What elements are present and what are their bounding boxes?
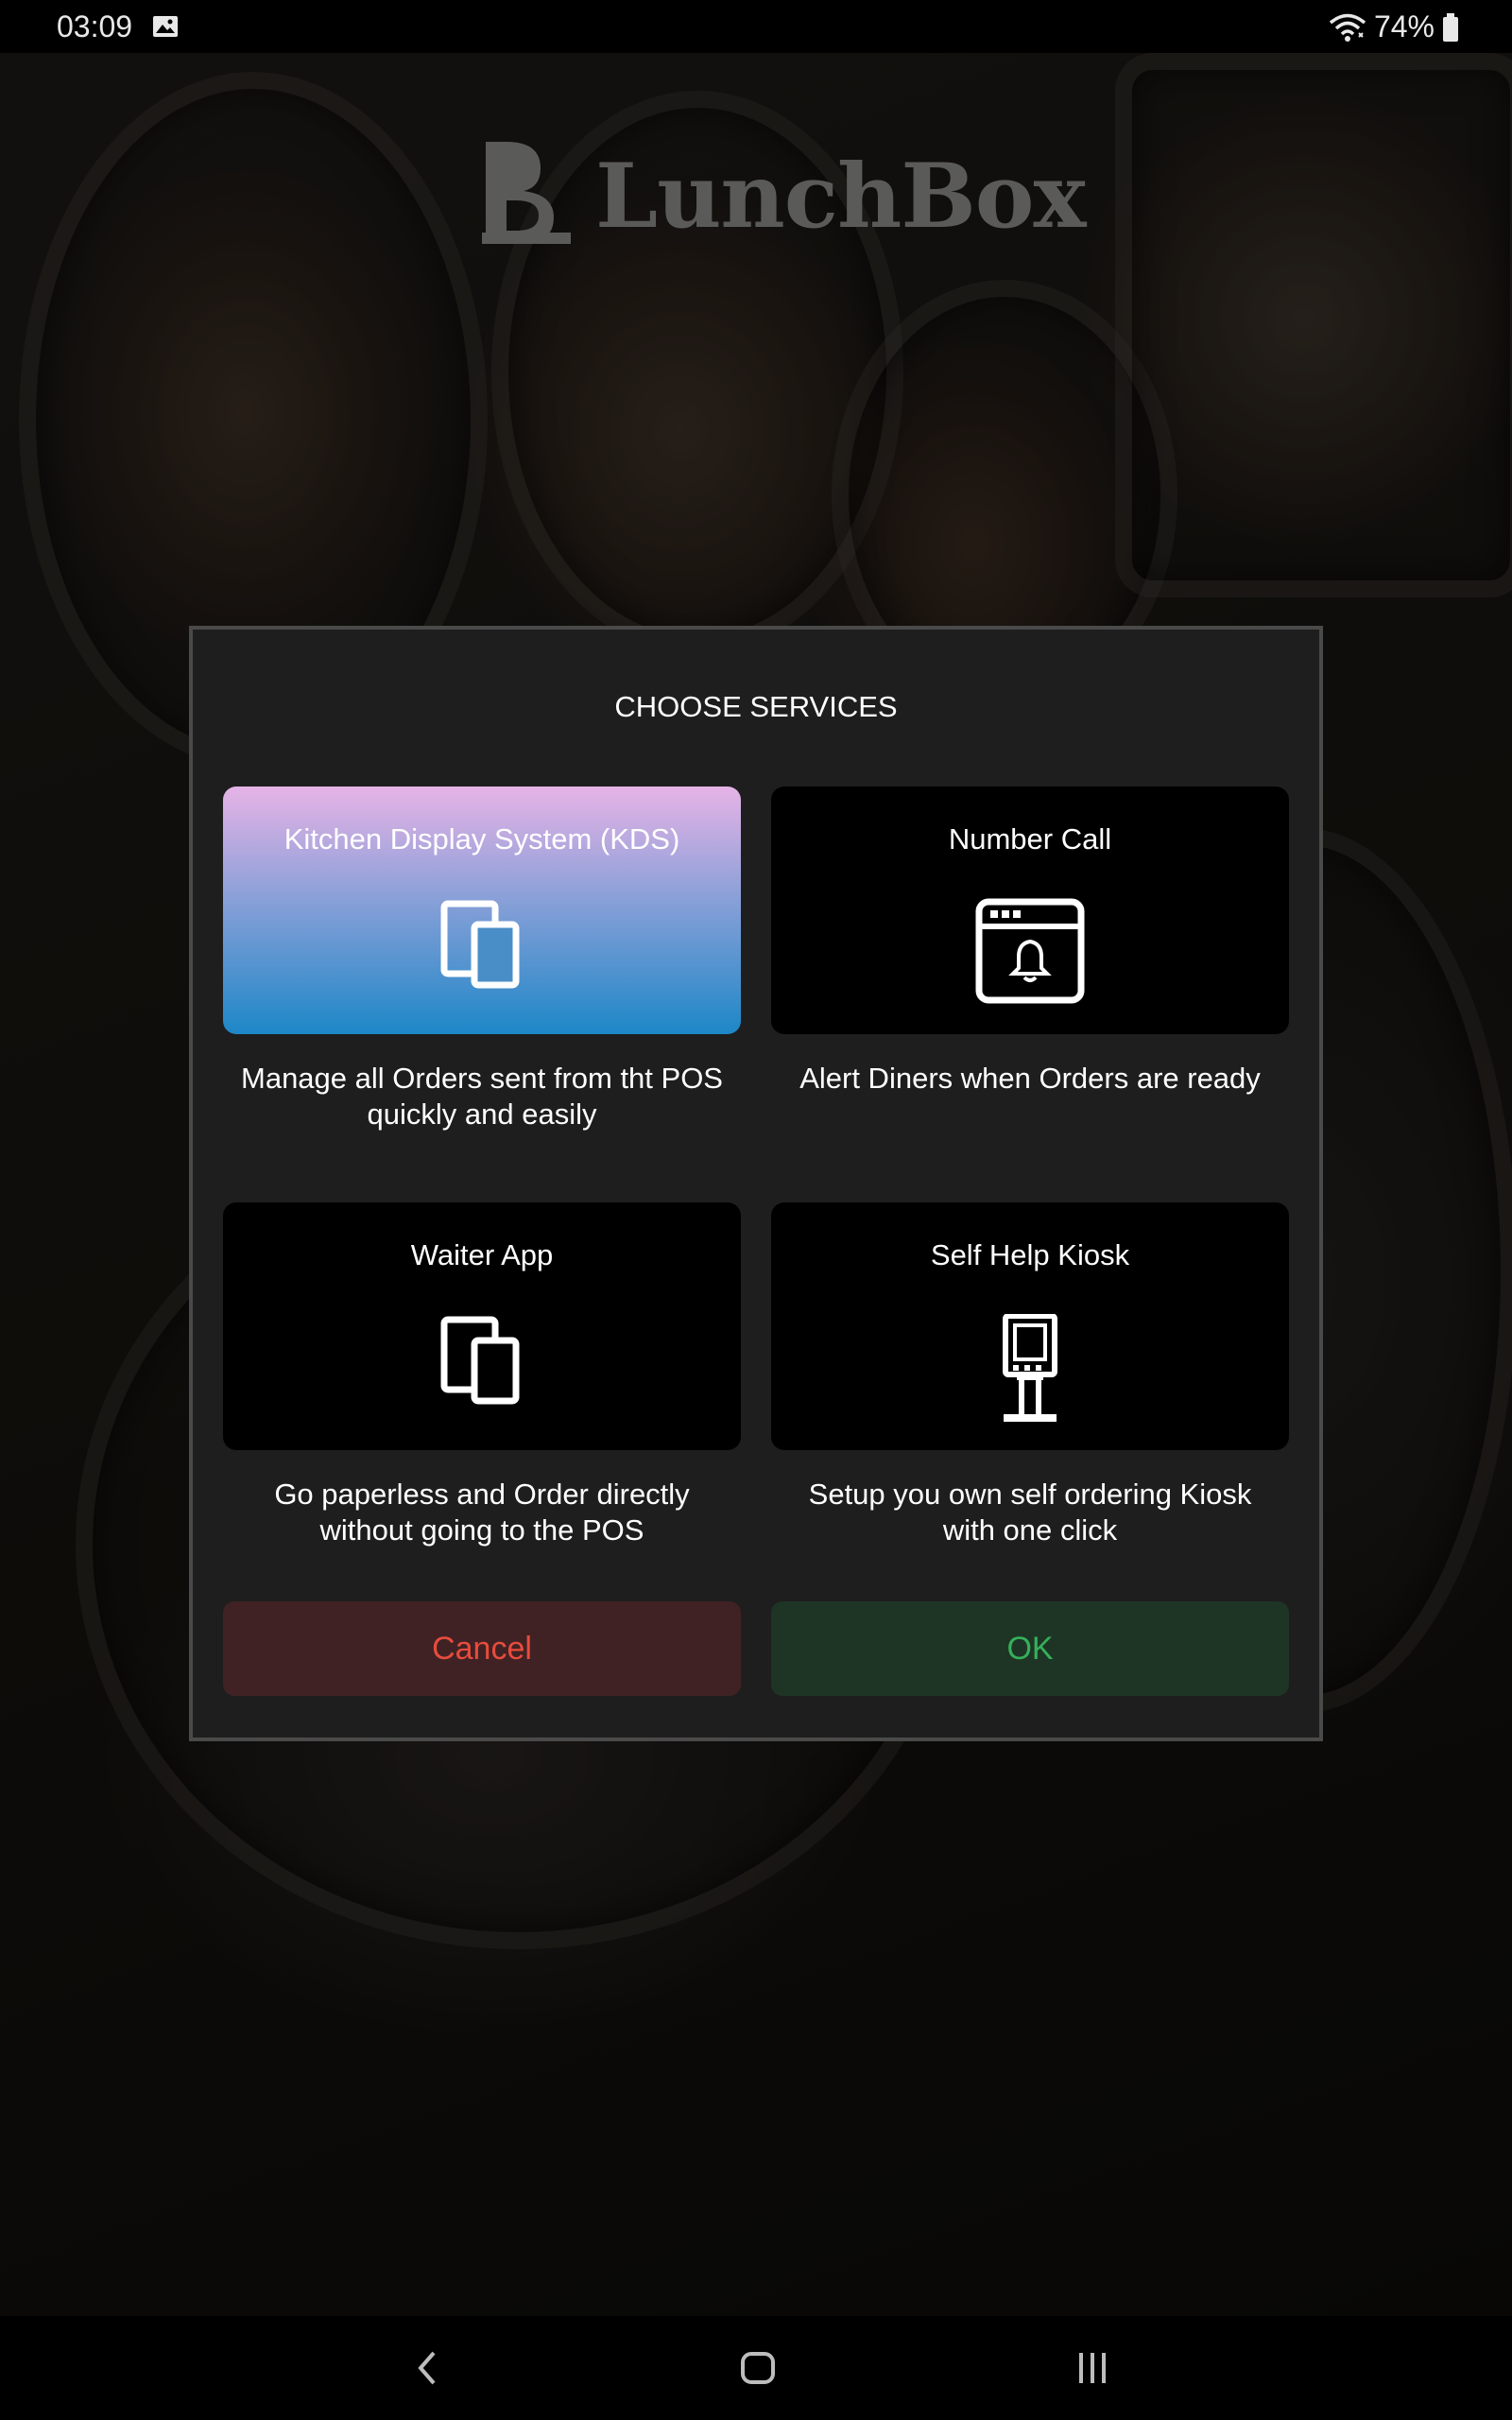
service-card-kds[interactable]: Kitchen Display System (KDS)	[223, 786, 741, 1034]
description-line: Go paperless and Order directly	[274, 1478, 690, 1511]
description-line: Manage all Orders sent from tht POS	[241, 1062, 723, 1095]
battery-percent: 74%	[1373, 9, 1435, 43]
service-description-number-call: Alert Diners when Orders are ready	[771, 1061, 1289, 1097]
dialog-title: CHOOSE SERVICES	[614, 690, 898, 723]
choose-services-dialog: CHOOSE SERVICES Kitchen Display System (…	[189, 626, 1323, 1741]
gallery-icon	[151, 13, 180, 40]
back-icon[interactable]	[399, 2342, 455, 2394]
description-line: quickly and easily	[367, 1098, 597, 1131]
service-card-title: Kitchen Display System (KDS)	[284, 822, 680, 856]
lunchbox-logo-icon	[482, 140, 573, 254]
cancel-button[interactable]: Cancel	[223, 1601, 741, 1696]
recents-icon[interactable]	[1064, 2342, 1121, 2394]
service-description-waiter-app: Go paperless and Order directly without …	[223, 1477, 741, 1548]
description-line: without going to the POS	[319, 1513, 644, 1547]
logo-text: LunchBox	[595, 145, 1087, 249]
service-description-kds: Manage all Orders sent from tht POS quic…	[223, 1061, 741, 1132]
kiosk-icon	[1000, 1313, 1060, 1428]
wifi-icon	[1329, 12, 1366, 43]
description-line: Setup you own self ordering Kiosk	[808, 1478, 1252, 1511]
screen: 03:09 74% LunchBox CHOOSE SERVICES Kitch…	[0, 0, 1512, 2420]
service-card-title: Waiter App	[410, 1238, 554, 1271]
service-card-title: Self Help Kiosk	[930, 1238, 1130, 1271]
service-card-title: Number Call	[948, 822, 1112, 856]
ok-button[interactable]: OK	[771, 1601, 1289, 1696]
description-line: Alert Diners when Orders are ready	[799, 1062, 1261, 1095]
home-icon[interactable]	[730, 2342, 786, 2394]
service-card-waiter-app[interactable]: Waiter App	[223, 1202, 741, 1450]
description-line: with one click	[942, 1513, 1118, 1547]
service-card-self-help-kiosk[interactable]: Self Help Kiosk	[771, 1202, 1289, 1450]
service-description-self-help-kiosk: Setup you own self ordering Kiosk with o…	[771, 1477, 1289, 1548]
status-time: 03:09	[57, 9, 133, 43]
bell-window-icon	[975, 898, 1085, 1009]
devices-icon	[437, 898, 527, 994]
app-logo: LunchBox	[482, 140, 1087, 254]
status-bar: 03:09 74%	[0, 0, 1512, 53]
service-card-number-call[interactable]: Number Call	[771, 786, 1289, 1034]
status-indicators: 74%	[1329, 9, 1459, 44]
navigation-bar	[0, 2316, 1512, 2420]
devices-icon	[437, 1314, 527, 1409]
battery-icon	[1442, 12, 1459, 42]
